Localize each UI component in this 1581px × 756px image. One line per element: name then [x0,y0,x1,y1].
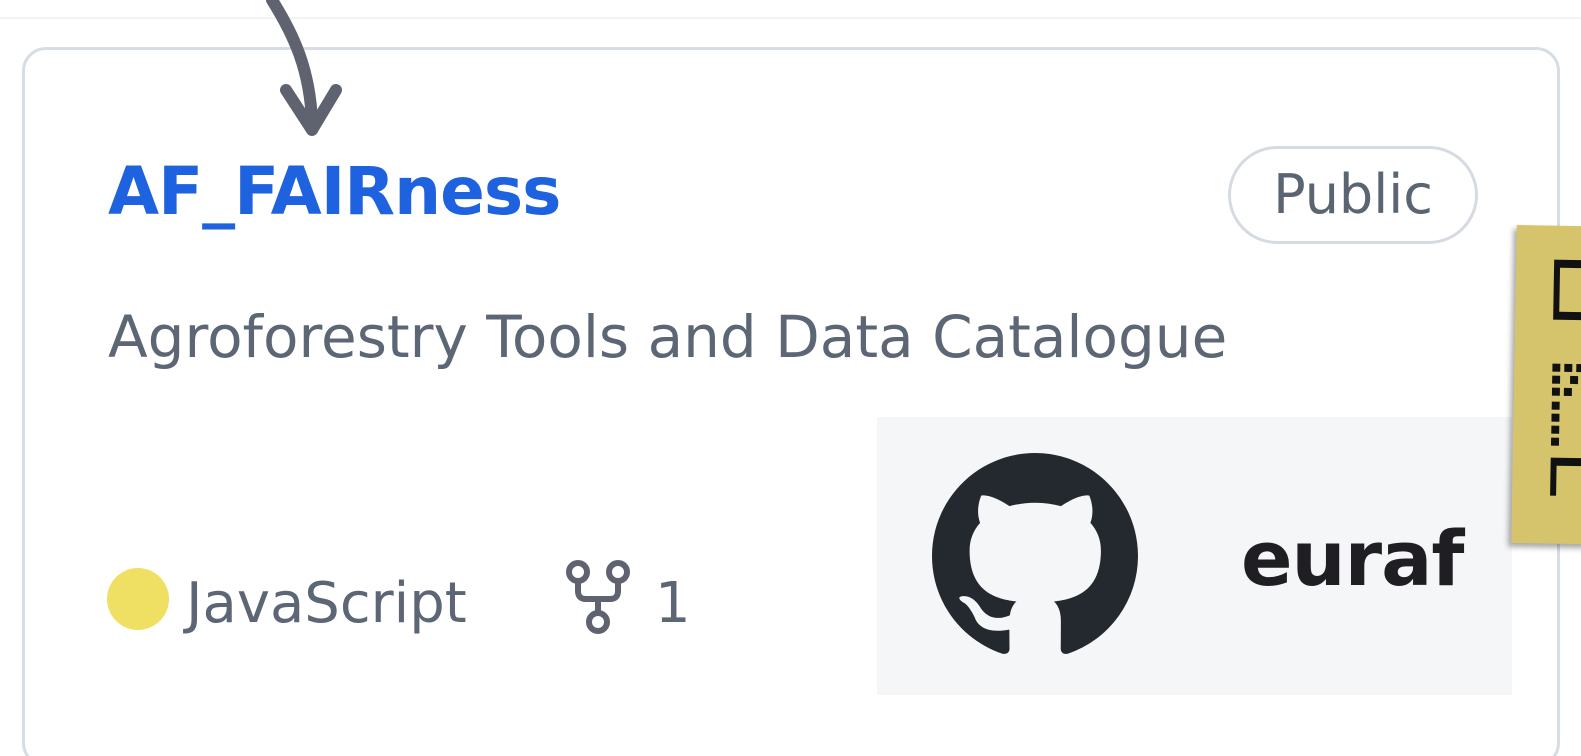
repo-description: Agroforestry Tools and Data Catalogue [108,303,1228,371]
github-org-name: euraf [1241,514,1464,603]
qr-code-icon [1550,259,1581,497]
screenshot-stage: AF_FAIRness Public Agroforestry Tools an… [0,0,1581,756]
github-octocat-icon [932,453,1138,654]
top-divider [0,17,1581,19]
fork-icon[interactable] [564,558,632,636]
repo-name-link[interactable]: AF_FAIRness [108,150,561,234]
visibility-badge: Public [1228,146,1478,244]
language-name: JavaScript [186,571,467,636]
github-org-panel: euraf [877,417,1512,695]
fork-count[interactable]: 1 [655,566,691,642]
language-color-dot [107,568,169,630]
pointer-arrow-icon [266,0,342,136]
sticky-note [1511,224,1581,546]
